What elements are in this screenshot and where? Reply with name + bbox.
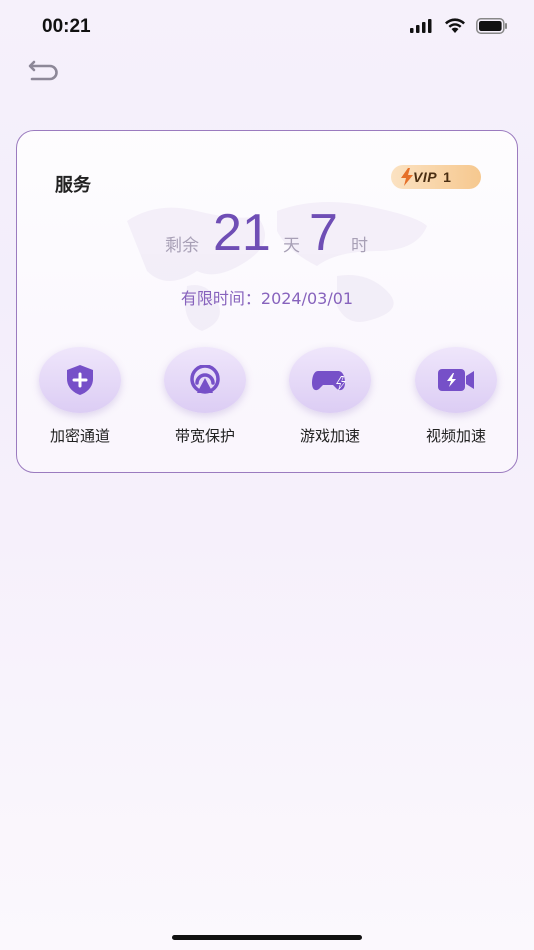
service-label: 加密通道 bbox=[49, 427, 110, 445]
battery-icon bbox=[476, 18, 507, 34]
expire-label: 有限时间： bbox=[180, 289, 261, 308]
vip-label: VIP bbox=[413, 169, 438, 185]
cellular-signal-icon bbox=[410, 19, 432, 33]
back-arrow-icon bbox=[28, 60, 58, 81]
lightning-icon bbox=[401, 168, 413, 186]
wifi-icon bbox=[445, 18, 465, 33]
gamepad-icon bbox=[312, 371, 346, 391]
service-encrypted-channel[interactable]: 加密通道 bbox=[25, 347, 135, 457]
status-time: 00:21 bbox=[42, 16, 91, 37]
hours-unit: 时 bbox=[351, 236, 368, 256]
vip-level: 1 bbox=[443, 169, 452, 185]
service-label: 视频加速 bbox=[425, 427, 486, 445]
remaining-time: 剩余 21 天 7 时 bbox=[17, 201, 517, 261]
service-label: 带宽保护 bbox=[174, 427, 235, 445]
remaining-prefix: 剩余 bbox=[165, 236, 199, 256]
service-label: 游戏加速 bbox=[299, 427, 360, 445]
card-title: 服务 bbox=[55, 175, 91, 196]
remaining-hours: 7 bbox=[309, 204, 338, 262]
broadcast-icon bbox=[190, 365, 220, 394]
service-bandwidth-protection[interactable]: 带宽保护 bbox=[150, 347, 260, 457]
vip-badge: VIP 1 bbox=[391, 165, 481, 189]
service-list: 加密通道 带宽保护 游戏加速 视频加速 bbox=[17, 347, 517, 457]
back-button[interactable] bbox=[24, 54, 62, 84]
shield-plus-icon bbox=[67, 365, 93, 395]
expire-date: 2024/03/01 bbox=[260, 289, 354, 308]
days-unit: 天 bbox=[283, 236, 300, 256]
remaining-days: 21 bbox=[213, 204, 271, 262]
service-game-boost[interactable]: 游戏加速 bbox=[275, 347, 385, 457]
status-icons bbox=[410, 18, 508, 34]
service-card: 服务 VIP 1 剩余 21 天 7 时 有限时间：2024/03/01 加密通… bbox=[16, 130, 518, 473]
service-video-boost[interactable]: 视频加速 bbox=[401, 347, 511, 457]
expire-info: 有限时间：2024/03/01 bbox=[17, 285, 517, 309]
video-camera-icon bbox=[438, 369, 474, 391]
status-bar: 00:21 bbox=[0, 0, 534, 56]
home-indicator[interactable] bbox=[172, 935, 362, 940]
